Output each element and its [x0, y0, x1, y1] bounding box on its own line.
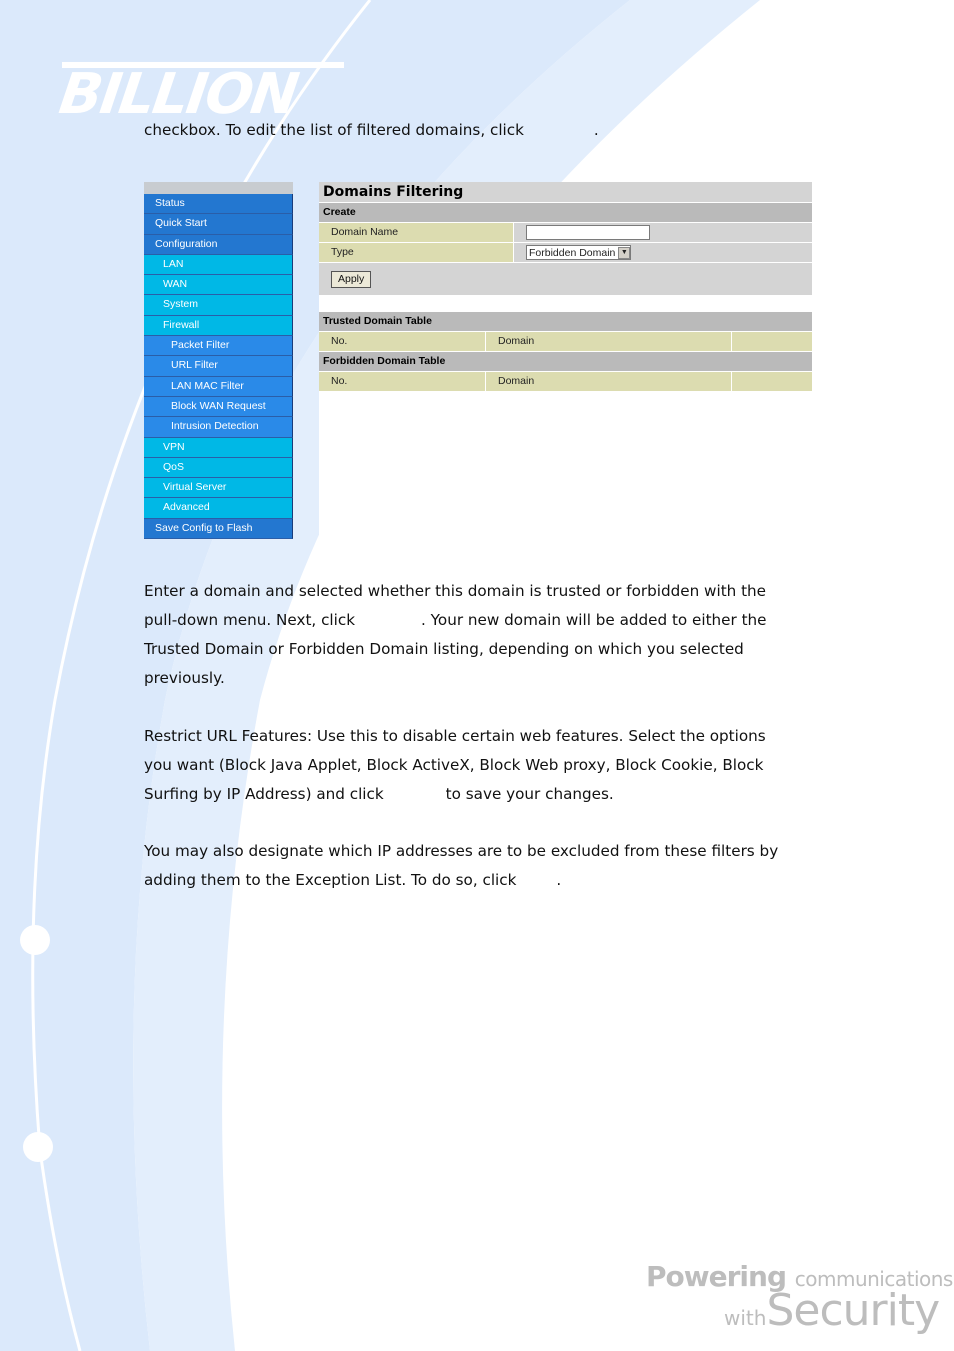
- sidebar-item-status[interactable]: Status: [144, 194, 293, 215]
- paragraph-add-domain: Enter a domain and selected whether this…: [144, 577, 824, 693]
- sidebar-item-advanced[interactable]: Advanced: [144, 498, 293, 519]
- sidebar-item-lan[interactable]: LAN: [144, 254, 293, 276]
- domains-filtering-panel: Domains Filtering Create Domain Name Typ…: [319, 182, 812, 540]
- text-line: Restrict URL Features: Use this to disab…: [144, 727, 766, 745]
- intro-text-before: checkbox. To edit the list of filtered d…: [144, 121, 524, 139]
- create-header: Create: [319, 203, 812, 223]
- brand-tagline: Powering communications withSecurity: [646, 1260, 953, 1336]
- type-select-value: Forbidden Domain: [529, 246, 616, 259]
- paragraph-restrict-url: Restrict URL Features: Use this to disab…: [144, 722, 824, 809]
- sidebar-item-url-filter[interactable]: URL Filter: [144, 356, 293, 377]
- forbidden-table-column-row: No. Domain: [319, 372, 812, 392]
- text-line: Surfing by IP Address) and click to save …: [144, 780, 824, 809]
- apply-button[interactable]: Apply: [331, 270, 372, 288]
- apply-row: Apply: [319, 263, 812, 295]
- router-screenshot: Status Quick Start Configuration LAN WAN Syst…: [144, 182, 812, 540]
- decor-circle: [20, 925, 50, 955]
- sidebar-item-lan-mac-filter[interactable]: LAN MAC Filter: [144, 376, 293, 397]
- text-line: pull-down menu. Next, click . Your new do…: [144, 606, 824, 635]
- sidebar-item-vpn[interactable]: VPN: [144, 437, 293, 458]
- sidebar-item-wan[interactable]: WAN: [144, 275, 293, 296]
- panel-title: Domains Filtering: [319, 182, 812, 203]
- text-span: adding them to the Exception List. To do…: [144, 871, 517, 889]
- type-row: Type Forbidden Domain ▼: [319, 243, 812, 263]
- sidebar-item-save-config-to-flash[interactable]: Save Config to Flash: [144, 518, 293, 540]
- sidebar-item-packet-filter[interactable]: Packet Filter: [144, 336, 293, 357]
- tagline-security: Security: [766, 1285, 940, 1336]
- col-domain: Domain: [486, 332, 732, 351]
- sidebar-item-firewall[interactable]: Firewall: [144, 315, 293, 337]
- col-action: [732, 332, 812, 351]
- type-select[interactable]: Forbidden Domain ▼: [526, 245, 632, 260]
- text-line: adding them to the Exception List. To do…: [144, 866, 824, 895]
- trusted-table-column-row: No. Domain: [319, 332, 812, 352]
- sidebar-nav: Status Quick Start Configuration LAN WAN Syst…: [144, 182, 293, 540]
- text-line: Enter a domain and selected whether this…: [144, 582, 767, 600]
- intro-text: checkbox. To edit the list of filtered d…: [144, 116, 824, 145]
- sidebar-item-block-wan-request[interactable]: Block WAN Request: [144, 396, 293, 418]
- text-span: to save your changes.: [445, 785, 614, 803]
- decor-circle: [23, 1132, 53, 1162]
- domain-name-row: Domain Name: [319, 223, 812, 243]
- col-no: No.: [319, 332, 486, 351]
- text-span: . Your new domain will be added to eithe…: [421, 611, 767, 629]
- col-no: No.: [319, 372, 486, 391]
- sidebar-item-system[interactable]: System: [144, 295, 293, 316]
- domain-name-label: Domain Name: [319, 223, 514, 242]
- col-domain: Domain: [486, 372, 732, 391]
- chevron-down-icon[interactable]: ▼: [618, 246, 631, 259]
- sidebar-item-virtual-server[interactable]: Virtual Server: [144, 478, 293, 499]
- sidebar-item-intrusion-detection[interactable]: Intrusion Detection: [144, 417, 293, 438]
- tagline-with: with: [724, 1306, 767, 1330]
- trusted-domain-table-header: Trusted Domain Table: [319, 312, 812, 332]
- intro-text-after: .: [593, 121, 599, 139]
- text-line: you want (Block Java Applet, Block Activ…: [144, 756, 764, 774]
- sidebar-item-qos[interactable]: QoS: [144, 457, 293, 479]
- text-line: Trusted Domain or Forbidden Domain listi…: [144, 640, 744, 658]
- col-action: [732, 372, 812, 391]
- text-line: previously.: [144, 669, 225, 687]
- text-line: You may also designate which IP addresse…: [144, 842, 779, 860]
- paragraph-exception-list: You may also designate which IP addresse…: [144, 837, 824, 895]
- text-span: .: [556, 871, 562, 889]
- sidebar-item-configuration[interactable]: Configuration: [144, 234, 293, 255]
- text-span: Surfing by IP Address) and click: [144, 785, 384, 803]
- sidebar-item-quick-start[interactable]: Quick Start: [144, 214, 293, 235]
- domain-name-input[interactable]: [526, 225, 650, 240]
- text-span: pull-down menu. Next, click: [144, 611, 356, 629]
- type-label: Type: [319, 243, 514, 262]
- sidebar-top-bar: [144, 182, 293, 194]
- forbidden-domain-table-header: Forbidden Domain Table: [319, 352, 812, 372]
